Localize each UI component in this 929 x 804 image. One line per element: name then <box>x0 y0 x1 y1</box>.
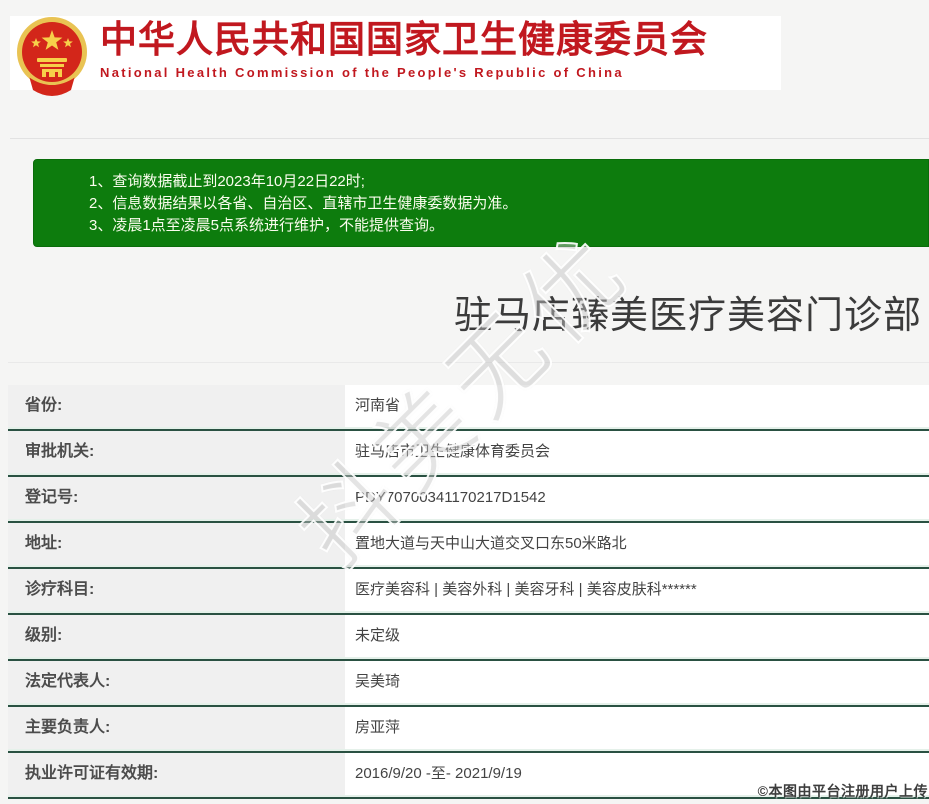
row-value: 房亚萍 <box>345 707 929 751</box>
row-label: 审批机关: <box>8 431 345 475</box>
row-label: 诊疗科目: <box>8 569 345 613</box>
header-band: 中华人民共和国国家卫生健康委员会 National Health Commiss… <box>10 16 781 96</box>
notice-line: 2、信息数据结果以各省、自治区、直辖市卫生健康委数据为准。 <box>89 195 518 212</box>
org-title: 驻马店臻美医疗美容门诊部 <box>453 295 922 337</box>
row-value: PDY70700341170217D1542 <box>345 477 929 521</box>
table-row: 主要负责人: 房亚萍 <box>8 707 929 753</box>
title-divider <box>8 362 929 363</box>
row-value: 河南省 <box>345 385 929 429</box>
info-table: 省份: 河南省 审批机关: 驻马店市卫生健康体育委员会 登记号: PDY7070… <box>8 385 929 799</box>
table-row: 诊疗科目: 医疗美容科 | 美容外科 | 美容牙科 | 美容皮肤科****** <box>8 569 929 615</box>
notice-box: 1、查询数据截止到2023年10月22日22时; 2、信息数据结果以各省、自治区… <box>33 159 929 247</box>
row-label: 地址: <box>8 523 345 567</box>
row-value: 置地大道与天中山大道交叉口东50米路北 <box>345 523 929 567</box>
row-label: 级别: <box>8 615 345 659</box>
row-label: 登记号: <box>8 477 345 521</box>
table-row: 地址: 置地大道与天中山大道交叉口东50米路北 <box>8 523 929 569</box>
table-row: 省份: 河南省 <box>8 385 929 431</box>
row-label: 省份: <box>8 385 345 429</box>
table-row: 登记号: PDY70700341170217D1542 <box>8 477 929 523</box>
row-value: 驻马店市卫生健康体育委员会 <box>345 431 929 475</box>
row-label: 执业许可证有效期: <box>8 753 345 797</box>
national-emblem-icon <box>17 17 87 96</box>
row-label: 主要负责人: <box>8 707 345 751</box>
table-row: 审批机关: 驻马店市卫生健康体育委员会 <box>8 431 929 477</box>
copyright-watermark: ©本图由平台注册用户上传 <box>757 783 928 799</box>
row-value: 未定级 <box>345 615 929 659</box>
header-divider <box>10 138 929 139</box>
notice-line: 3、凌晨1点至凌晨5点系统进行维护，不能提供查询。 <box>89 217 445 234</box>
row-value: 医疗美容科 | 美容外科 | 美容牙科 | 美容皮肤科****** <box>345 569 929 613</box>
table-row: 级别: 未定级 <box>8 615 929 661</box>
row-value: 吴美琦 <box>345 661 929 705</box>
row-label: 法定代表人: <box>8 661 345 705</box>
commission-title-en: National Health Commission of the People… <box>100 65 624 80</box>
table-row: 法定代表人: 吴美琦 <box>8 661 929 707</box>
notice-line: 1、查询数据截止到2023年10月22日22时; <box>89 173 365 190</box>
commission-title-cn: 中华人民共和国国家卫生健康委员会 <box>100 19 708 60</box>
